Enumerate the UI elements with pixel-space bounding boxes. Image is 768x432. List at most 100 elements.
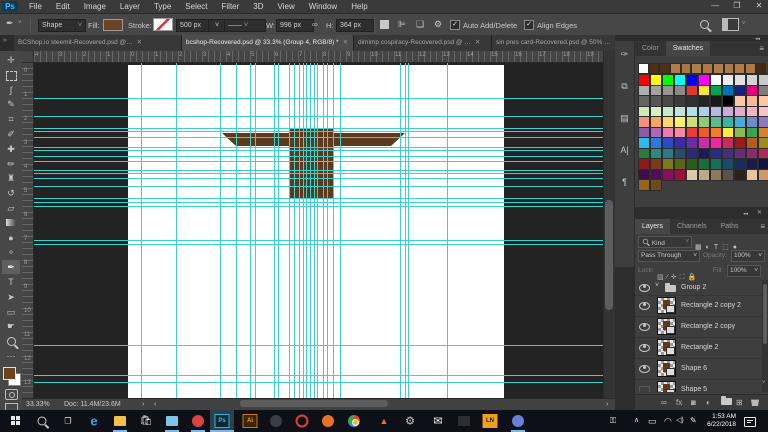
search-icon[interactable] — [700, 20, 709, 29]
fill-swatch[interactable] — [103, 19, 123, 31]
photos-app-taskbar-icon[interactable] — [160, 410, 184, 432]
stroke-width-input[interactable]: 500 px — [176, 19, 212, 32]
path-operations-icon[interactable] — [380, 20, 389, 29]
hand-tool[interactable]: ☛ — [2, 319, 20, 333]
auto-add-delete-checkbox[interactable]: ✓ — [450, 20, 460, 30]
tab-close-icon[interactable]: ✕ — [475, 39, 480, 46]
guide-horizontal[interactable] — [33, 98, 603, 99]
notes-app-taskbar-icon[interactable] — [452, 410, 476, 432]
start-taskbar-icon[interactable] — [4, 410, 28, 432]
pinwheel-app-taskbar-icon[interactable] — [186, 410, 210, 432]
guide-vertical[interactable] — [405, 62, 406, 398]
tab-channels[interactable]: Channels — [670, 219, 714, 234]
guide-vertical[interactable] — [141, 62, 142, 398]
chrome-taskbar-icon[interactable] — [342, 410, 366, 432]
pen-tool[interactable]: ✒ — [2, 260, 20, 275]
swatch[interactable] — [758, 168, 768, 181]
guide-vertical[interactable] — [400, 62, 401, 398]
layers-collapse-icon[interactable]: ◂◂ — [743, 211, 748, 217]
path-arrangement-icon[interactable]: ❏ — [416, 19, 424, 30]
photoshop-taskbar-icon[interactable]: Ps — [210, 410, 234, 432]
guide-vertical[interactable] — [299, 62, 300, 398]
document-tab-2[interactable]: bcshop-Recovered.psd @ 33.3% (Group 4, R… — [182, 35, 354, 51]
tool-preset-chevron-icon[interactable]: ˅ — [18, 20, 22, 26]
stroke-swatch[interactable] — [153, 18, 173, 31]
blur-tool[interactable]: ● — [2, 231, 20, 245]
firefox-taskbar-icon[interactable] — [316, 410, 340, 432]
menu-file[interactable]: File — [22, 0, 49, 13]
stroke-style-select[interactable]: —— ˅ — [224, 19, 266, 32]
minimize-icon[interactable]: — — [706, 0, 724, 12]
panel-icon-paragraph[interactable]: ¶ — [615, 173, 634, 191]
guide-vertical[interactable] — [278, 62, 279, 398]
eyedropper-tool[interactable]: ✐ — [2, 127, 20, 141]
layer-effects-icon[interactable]: fx — [676, 398, 682, 407]
ruler-origin[interactable] — [22, 51, 34, 63]
guide-vertical[interactable] — [294, 62, 295, 398]
path-selection-tool[interactable]: ➤ — [2, 290, 20, 304]
menu-view[interactable]: View — [271, 0, 302, 13]
mail-taskbar-icon[interactable]: ✉ — [426, 410, 450, 432]
close-icon[interactable]: ✕ — [750, 0, 768, 12]
guide-horizontal[interactable] — [33, 137, 603, 138]
panel-icon-clone-source[interactable]: ⧉ — [615, 77, 634, 95]
swatch[interactable] — [638, 179, 650, 191]
guide-vertical[interactable] — [408, 62, 409, 398]
clone-stamp-tool[interactable]: ♜ — [2, 171, 20, 185]
tray-wifi-icon[interactable]: ◠ — [664, 416, 672, 427]
swatch[interactable] — [746, 168, 758, 181]
eraser-tool[interactable]: ▱ — [2, 201, 20, 215]
guide-vertical[interactable] — [289, 62, 290, 398]
tab-paths[interactable]: Paths — [714, 219, 746, 234]
document-tab-4[interactable]: sin pres card-Recovered.psd @ 50% …✕ — [492, 35, 620, 51]
link-dimensions-icon[interactable]: ∞ — [312, 20, 318, 29]
lasso-tool[interactable]: ʃ — [2, 83, 20, 97]
horizontal-ruler[interactable]: 432101234567891011121314151617181920 — [22, 51, 603, 63]
menu-filter[interactable]: Filter — [215, 0, 247, 13]
menu-help[interactable]: Help — [344, 0, 374, 13]
guide-horizontal[interactable] — [33, 375, 603, 376]
opera-taskbar-icon[interactable] — [290, 410, 314, 432]
tab-close-icon[interactable]: ✕ — [137, 39, 142, 46]
store-taskbar-icon[interactable]: 🛍 — [134, 410, 158, 432]
zoom-tool[interactable] — [2, 334, 20, 348]
guide-vertical[interactable] — [333, 62, 334, 398]
swatch[interactable] — [662, 168, 674, 181]
guide-horizontal[interactable] — [33, 345, 603, 346]
guide-horizontal[interactable] — [33, 198, 603, 199]
tool-mode-select[interactable]: Shape ˅ — [38, 19, 86, 32]
swatch[interactable] — [686, 168, 698, 181]
swatch[interactable] — [710, 168, 722, 181]
gradient-tool[interactable] — [2, 216, 20, 230]
guide-vertical[interactable] — [176, 62, 177, 398]
panel-icon-brushes[interactable]: ✑ — [615, 45, 634, 63]
panel-icon-character[interactable]: A| — [615, 141, 634, 159]
delete-layer-icon[interactable] — [751, 398, 759, 408]
guide-horizontal[interactable] — [33, 202, 603, 203]
guide-horizontal[interactable] — [33, 147, 603, 148]
layer-thumbnail[interactable] — [657, 381, 676, 392]
swatch[interactable] — [674, 168, 686, 181]
swatch[interactable] — [722, 168, 734, 181]
guide-vertical[interactable] — [447, 62, 448, 398]
layer-thumbnail[interactable] — [657, 360, 676, 377]
layer-thumbnail[interactable] — [657, 318, 676, 335]
menu-edit[interactable]: Edit — [49, 0, 77, 13]
workspace-chevron-icon[interactable]: ˅ — [742, 21, 746, 27]
tray-people-icon[interactable]: ⚿ — [610, 416, 616, 426]
width-input[interactable]: 996 px — [276, 19, 314, 32]
eye-icon[interactable] — [639, 301, 650, 310]
quick-mask-icon[interactable] — [5, 389, 18, 400]
triangle-app-taskbar-icon[interactable]: ▲ — [372, 410, 396, 432]
guide-vertical[interactable] — [317, 62, 318, 398]
guide-vertical[interactable] — [306, 62, 307, 398]
notification-center-icon[interactable] — [744, 417, 756, 427]
layer-row-rectangle-2-copy[interactable]: Rectangle 2 copy — [635, 316, 762, 338]
guide-horizontal[interactable] — [33, 173, 603, 174]
task-view-taskbar-icon[interactable]: ❐ — [56, 410, 80, 432]
search-taskbar-icon[interactable] — [30, 410, 54, 432]
tray-battery-icon[interactable]: ▭ — [648, 416, 657, 427]
rectangle-tool[interactable]: ▭ — [2, 305, 20, 319]
layer-row-rectangle-2[interactable]: Rectangle 2 — [635, 337, 762, 359]
guide-horizontal[interactable] — [33, 244, 603, 245]
